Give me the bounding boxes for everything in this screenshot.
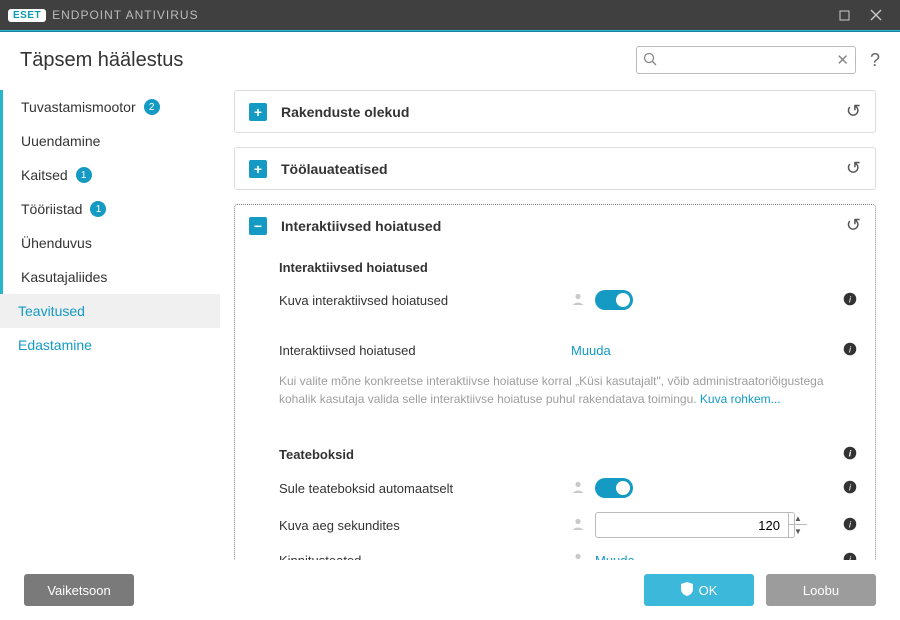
row-close-msgboxes-auto: Sule teateboksid automaatselt i [279, 471, 857, 505]
sidebar: Tuvastamismootor 2 Uuendamine Kaitsed 1 … [0, 84, 220, 560]
undo-icon[interactable]: ↺ [846, 158, 861, 179]
titlebar: ESET ENDPOINT ANTIVIRUS [0, 0, 900, 30]
sidebar-item-forwarding[interactable]: Edastamine [0, 328, 220, 362]
section-heading-interactive-alerts: Interaktiivsed hoiatused [279, 260, 857, 275]
content-area: + Rakenduste olekud ↺ + Töölauateatised … [220, 84, 900, 560]
panel-desktop-notifications: + Töölauateatised ↺ [234, 147, 876, 190]
sidebar-item-notifications[interactable]: Teavitused [0, 294, 220, 328]
panel-title: Töölauateatised [281, 161, 846, 177]
search-input[interactable] [636, 46, 856, 74]
panel-header[interactable]: − Interaktiivsed hoiatused ↺ [235, 205, 875, 246]
info-icon[interactable]: i [843, 480, 857, 497]
undo-icon[interactable]: ↺ [846, 215, 861, 236]
row-label: Sule teateboksid automaatselt [279, 481, 571, 496]
maximize-button[interactable] [828, 0, 860, 30]
display-time-spinner: ▲ ▼ [595, 512, 795, 538]
default-zone-button[interactable]: Vaiketsoon [24, 574, 134, 606]
panel-header[interactable]: + Rakenduste olekud ↺ [235, 91, 875, 132]
undo-icon[interactable]: ↺ [846, 101, 861, 122]
info-icon[interactable]: i [843, 517, 857, 534]
show-more-link[interactable]: Kuva rohkem... [700, 392, 781, 406]
row-confirmation-messages: Kinnitusteated Muuda i [279, 545, 857, 560]
panel-title: Interaktiivsed hoiatused [281, 218, 846, 234]
sidebar-badge: 2 [144, 99, 160, 115]
maximize-icon [839, 10, 850, 21]
sidebar-item-label: Uuendamine [21, 133, 100, 149]
row-show-interactive-alerts: Kuva interaktiivsed hoiatused i [279, 283, 857, 317]
expand-icon: + [249, 103, 267, 121]
sidebar-item-label: Kasutajaliides [21, 269, 107, 285]
row-interactive-alerts-edit: Interaktiivsed hoiatused Muuda i [279, 335, 857, 366]
help-button[interactable]: ? [870, 50, 880, 71]
cancel-button[interactable]: Loobu [766, 574, 876, 606]
shield-icon [681, 582, 693, 599]
panel-title: Rakenduste olekud [281, 104, 846, 120]
sidebar-item-label: Kaitsed [21, 167, 68, 183]
info-icon[interactable]: i [843, 342, 857, 359]
sidebar-item-label: Tuvastamismootor [21, 99, 136, 115]
info-icon[interactable]: i [843, 446, 857, 463]
sidebar-item-label: Ühenduvus [21, 235, 92, 251]
panel-interactive-alerts: − Interaktiivsed hoiatused ↺ Interaktiiv… [234, 204, 876, 560]
sidebar-item-ui[interactable]: Kasutajaliides [0, 260, 220, 294]
sidebar-item-label: Tööriistad [21, 201, 82, 217]
search-wrap: ✕ [636, 46, 856, 74]
spin-down-button[interactable]: ▼ [789, 525, 807, 537]
sidebar-item-connectivity[interactable]: Ühenduvus [0, 226, 220, 260]
sidebar-item-tools[interactable]: Tööriistad 1 [0, 192, 220, 226]
user-icon [571, 292, 585, 309]
row-label: Interaktiivsed hoiatused [279, 343, 571, 358]
info-icon[interactable]: i [843, 552, 857, 560]
close-button[interactable] [860, 0, 892, 30]
section-heading-message-boxes: Teateboksid i [279, 446, 857, 463]
footer: Vaiketsoon OK Loobu [0, 560, 900, 620]
panel-header[interactable]: + Töölauateatised ↺ [235, 148, 875, 189]
row-label: Kuva aeg sekundites [279, 518, 571, 533]
info-icon[interactable]: i [843, 292, 857, 309]
panel-app-statuses: + Rakenduste olekud ↺ [234, 90, 876, 133]
search-icon [643, 52, 657, 71]
collapse-icon: − [249, 217, 267, 235]
close-icon [870, 9, 882, 21]
interactive-alerts-description: Kui valite mõne konkreetse interaktiivse… [279, 372, 857, 408]
display-time-input[interactable] [596, 518, 788, 533]
ok-button[interactable]: OK [644, 574, 754, 606]
user-icon [571, 552, 585, 560]
spin-up-button[interactable]: ▲ [789, 513, 807, 525]
clear-search-icon[interactable]: ✕ [836, 51, 849, 69]
sidebar-item-update[interactable]: Uuendamine [0, 124, 220, 158]
sidebar-item-detection-engine[interactable]: Tuvastamismootor 2 [0, 90, 220, 124]
page-header: Täpsem häälestus ✕ ? [0, 32, 900, 84]
sidebar-item-label: Edastamine [18, 337, 92, 353]
row-label: Kinnitusteated [279, 553, 571, 560]
row-label: Kuva interaktiivsed hoiatused [279, 293, 571, 308]
sidebar-badge: 1 [90, 201, 106, 217]
app-logo: ESET ENDPOINT ANTIVIRUS [8, 8, 199, 22]
sidebar-badge: 1 [76, 167, 92, 183]
page-title: Täpsem häälestus [20, 49, 183, 72]
row-display-time-seconds: Kuva aeg sekundites ▲ ▼ [279, 505, 857, 545]
edit-interactive-alerts-link[interactable]: Muuda [571, 343, 611, 358]
user-icon [571, 517, 585, 534]
sidebar-item-protections[interactable]: Kaitsed 1 [0, 158, 220, 192]
user-icon [571, 480, 585, 497]
sidebar-item-label: Teavitused [18, 303, 85, 319]
toggle-close-msgboxes-auto[interactable] [595, 478, 633, 498]
edit-confirmation-messages-link[interactable]: Muuda [595, 553, 635, 560]
toggle-show-interactive-alerts[interactable] [595, 290, 633, 310]
product-name: ENDPOINT ANTIVIRUS [52, 8, 198, 22]
brand-badge: ESET [8, 9, 46, 22]
expand-icon: + [249, 160, 267, 178]
